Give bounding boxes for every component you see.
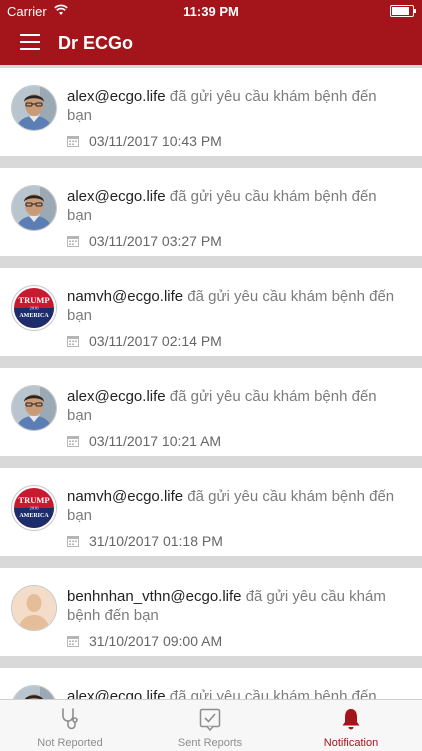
app-title: Dr ECGo	[58, 33, 134, 53]
notification-item[interactable]: TRUMP 2016 AMERICA namvh@ecgo.life đã gử…	[0, 268, 422, 356]
checked-document-icon	[199, 708, 221, 731]
notification-list[interactable]: alex@ecgo.life đã gửi yêu cầu khám bệnh …	[0, 65, 422, 699]
battery-level	[392, 7, 410, 15]
sender-email: namvh@ecgo.life	[67, 488, 184, 505]
avatar: TRUMP 2016 AMERICA	[11, 485, 57, 531]
tab-sent-reports[interactable]: Sent Reports	[140, 700, 280, 751]
status-bar: Carrier 11:39 PM	[0, 0, 422, 22]
sender-email: alex@ecgo.life	[67, 188, 166, 205]
notification-time: 03/11/2017 10:21 AM	[89, 433, 222, 449]
sender-email: benhnhan_vthn@ecgo.life	[67, 588, 242, 605]
sender-email: alex@ecgo.life	[67, 388, 166, 405]
badge-text-line1: TRUMP	[18, 295, 49, 305]
avatar	[11, 585, 57, 631]
tab-label: Not Reported	[37, 737, 103, 749]
notification-time: 31/10/2017 09:00 AM	[89, 633, 223, 649]
calendar-icon	[67, 536, 79, 547]
tab-label: Notification	[323, 737, 379, 749]
trump-2016-badge: TRUMP 2016 AMERICA	[12, 486, 56, 530]
notification-time: 03/11/2017 03:27 PM	[89, 233, 222, 249]
status-time: 11:39 PM	[183, 4, 239, 19]
sender-email: alex@ecgo.life	[67, 688, 166, 699]
notification-item[interactable]: alex@ecgo.life đã gửi yêu cầu khám bệnh …	[0, 168, 422, 256]
notification-item[interactable]: alex@ecgo.life đã gửi yêu cầu khám bệnh …	[0, 68, 422, 156]
man-avatar-icon	[12, 186, 56, 230]
calendar-icon	[67, 336, 79, 347]
badge-text-line1: TRUMP	[18, 495, 49, 505]
bell-icon	[342, 709, 360, 730]
calendar-icon	[67, 636, 79, 647]
avatar: TRUMP 2016 AMERICA	[11, 285, 57, 331]
badge-text-line3: AMERICA	[19, 513, 49, 519]
avatar	[11, 85, 57, 131]
menu-icon[interactable]	[20, 33, 40, 51]
badge-text-line3: AMERICA	[19, 313, 49, 319]
badge-text-line2: 2016	[30, 506, 40, 511]
avatar	[11, 685, 57, 699]
notification-time: 31/10/2017 01:18 PM	[89, 533, 223, 549]
calendar-icon	[67, 136, 79, 147]
battery-icon	[390, 5, 416, 17]
man-avatar-icon	[12, 386, 56, 430]
man-avatar-icon	[12, 86, 56, 130]
stethoscope-icon	[62, 708, 78, 730]
notification-time: 03/11/2017 02:14 PM	[89, 333, 222, 349]
top-bar: Carrier 11:39 PM Dr ECGo	[0, 0, 422, 65]
man-avatar-icon	[12, 686, 56, 699]
notification-item[interactable]: alex@ecgo.life đã gửi yêu cầu khám bệnh …	[0, 668, 422, 699]
avatar	[11, 385, 57, 431]
avatar	[11, 185, 57, 231]
tab-not-reported[interactable]: Not Reported	[0, 700, 140, 751]
default-person-icon	[12, 586, 56, 630]
sender-email: namvh@ecgo.life	[67, 288, 184, 305]
calendar-icon	[67, 436, 79, 447]
tab-notification[interactable]: Notification	[281, 700, 421, 751]
notification-time: 03/11/2017 10:43 PM	[89, 133, 222, 149]
notification-item[interactable]: TRUMP 2016 AMERICA namvh@ecgo.life đã gử…	[0, 468, 422, 556]
navigation-bar: Dr ECGo	[0, 22, 422, 65]
tab-bar: Not Reported Sent Reports Notification	[0, 699, 422, 751]
badge-text-line2: 2016	[30, 306, 40, 311]
notification-item[interactable]: alex@ecgo.life đã gửi yêu cầu khám bệnh …	[0, 368, 422, 456]
sender-email: alex@ecgo.life	[67, 88, 166, 105]
calendar-icon	[67, 236, 79, 247]
tab-label: Sent Reports	[177, 737, 243, 749]
notification-item[interactable]: benhnhan_vthn@ecgo.life đã gửi yêu cầu k…	[0, 568, 422, 656]
trump-2016-badge: TRUMP 2016 AMERICA	[12, 286, 56, 330]
